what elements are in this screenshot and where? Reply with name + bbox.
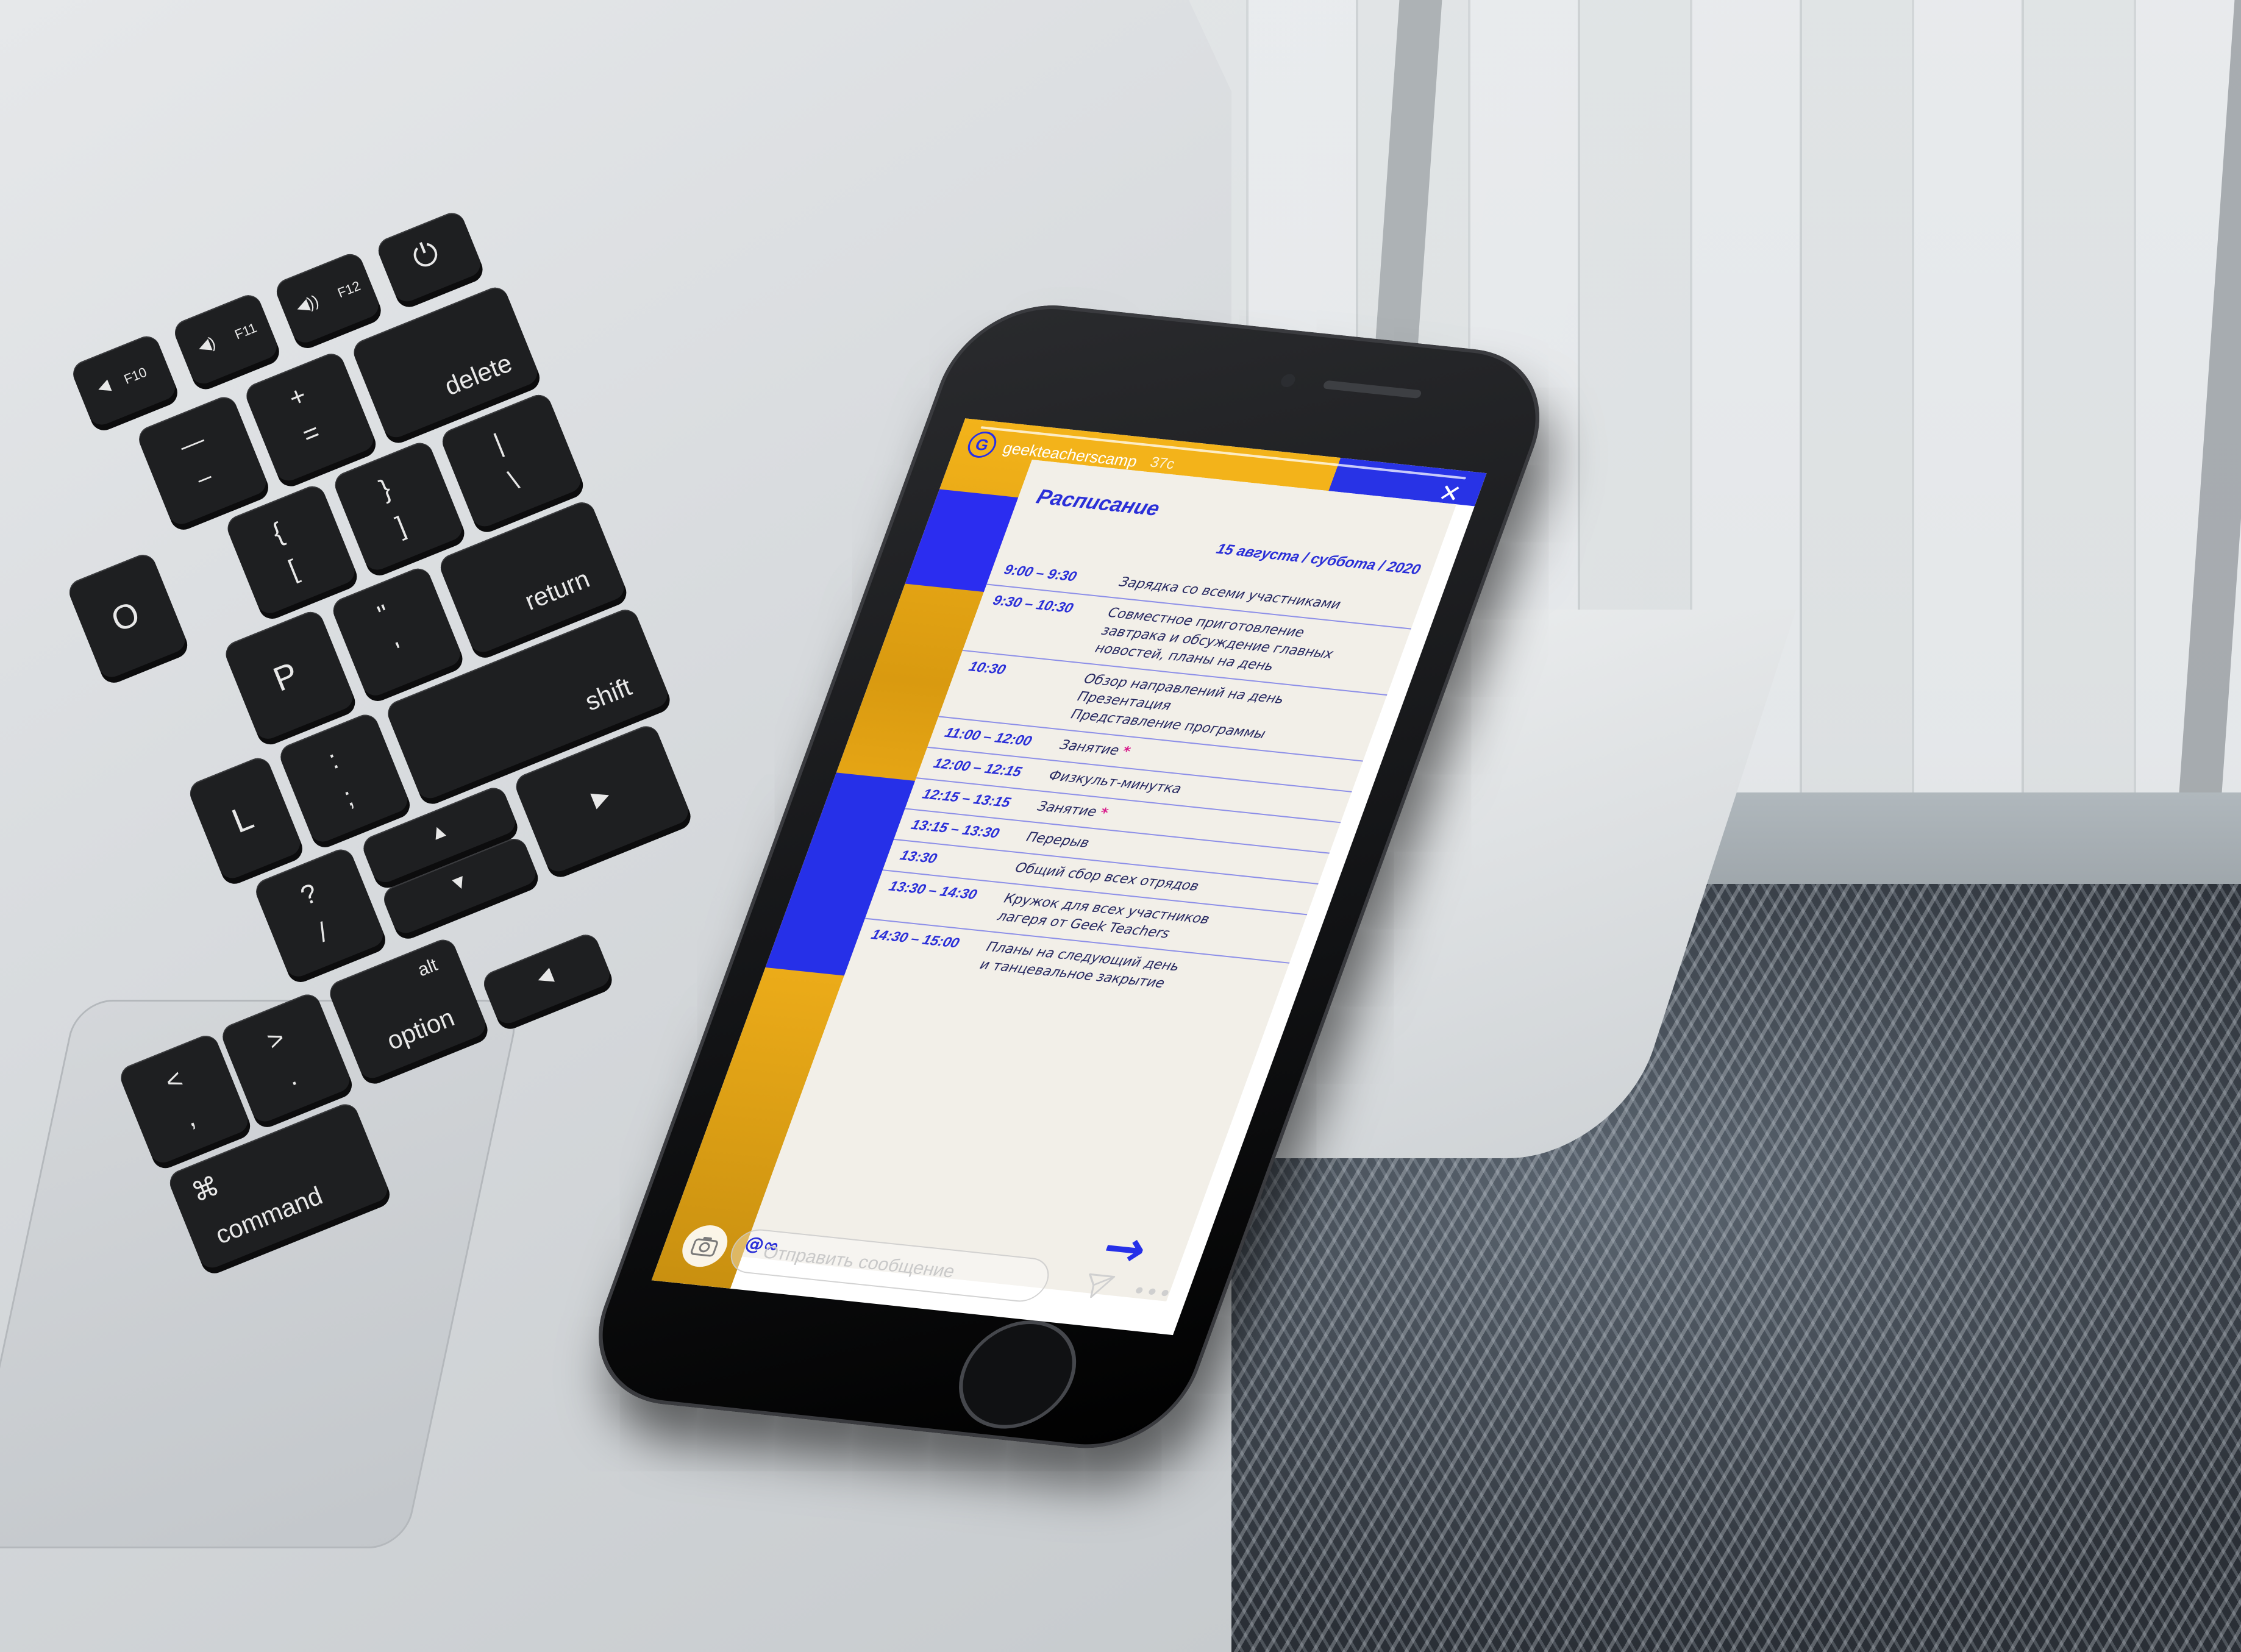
row-time: 13:15 – 13:30 xyxy=(909,816,1002,841)
row-time: 13:30 xyxy=(898,847,939,866)
earpiece-speaker xyxy=(1322,380,1423,399)
schedule-date: 15 августа / суббота / 2020 xyxy=(1214,541,1423,579)
send-icon[interactable] xyxy=(1077,1271,1117,1308)
more-icon[interactable]: ••• xyxy=(1128,1278,1175,1306)
message-placeholder: Отправить сообщение xyxy=(760,1242,958,1282)
row-time: 12:15 – 13:15 xyxy=(920,785,1013,811)
photo-scene: ◀ F10 ◀) F11 ◀)) F12 ⏻ — – + = delete { … xyxy=(0,0,2241,1652)
schedule-title: Расписание xyxy=(1033,485,1163,521)
story-time-ago: 37с xyxy=(1147,454,1177,473)
row-time: 12:00 – 12:15 xyxy=(932,755,1024,780)
row-time: 9:30 – 10:30 xyxy=(991,592,1076,616)
home-button[interactable] xyxy=(942,1315,1092,1434)
close-icon[interactable]: ✕ xyxy=(1434,479,1465,508)
row-time: 10:30 xyxy=(966,658,1008,678)
row-time: 9:00 – 9:30 xyxy=(1002,561,1079,585)
row-time: 13:30 – 14:30 xyxy=(886,877,980,903)
camera-icon[interactable] xyxy=(676,1223,734,1269)
row-time: 14:30 – 15:00 xyxy=(869,926,962,951)
row-time: 11:00 – 12:00 xyxy=(942,724,1035,749)
smartphone: Расписание 15 августа / суббота / 2020 9… xyxy=(572,296,1566,1458)
front-camera xyxy=(1279,373,1297,388)
